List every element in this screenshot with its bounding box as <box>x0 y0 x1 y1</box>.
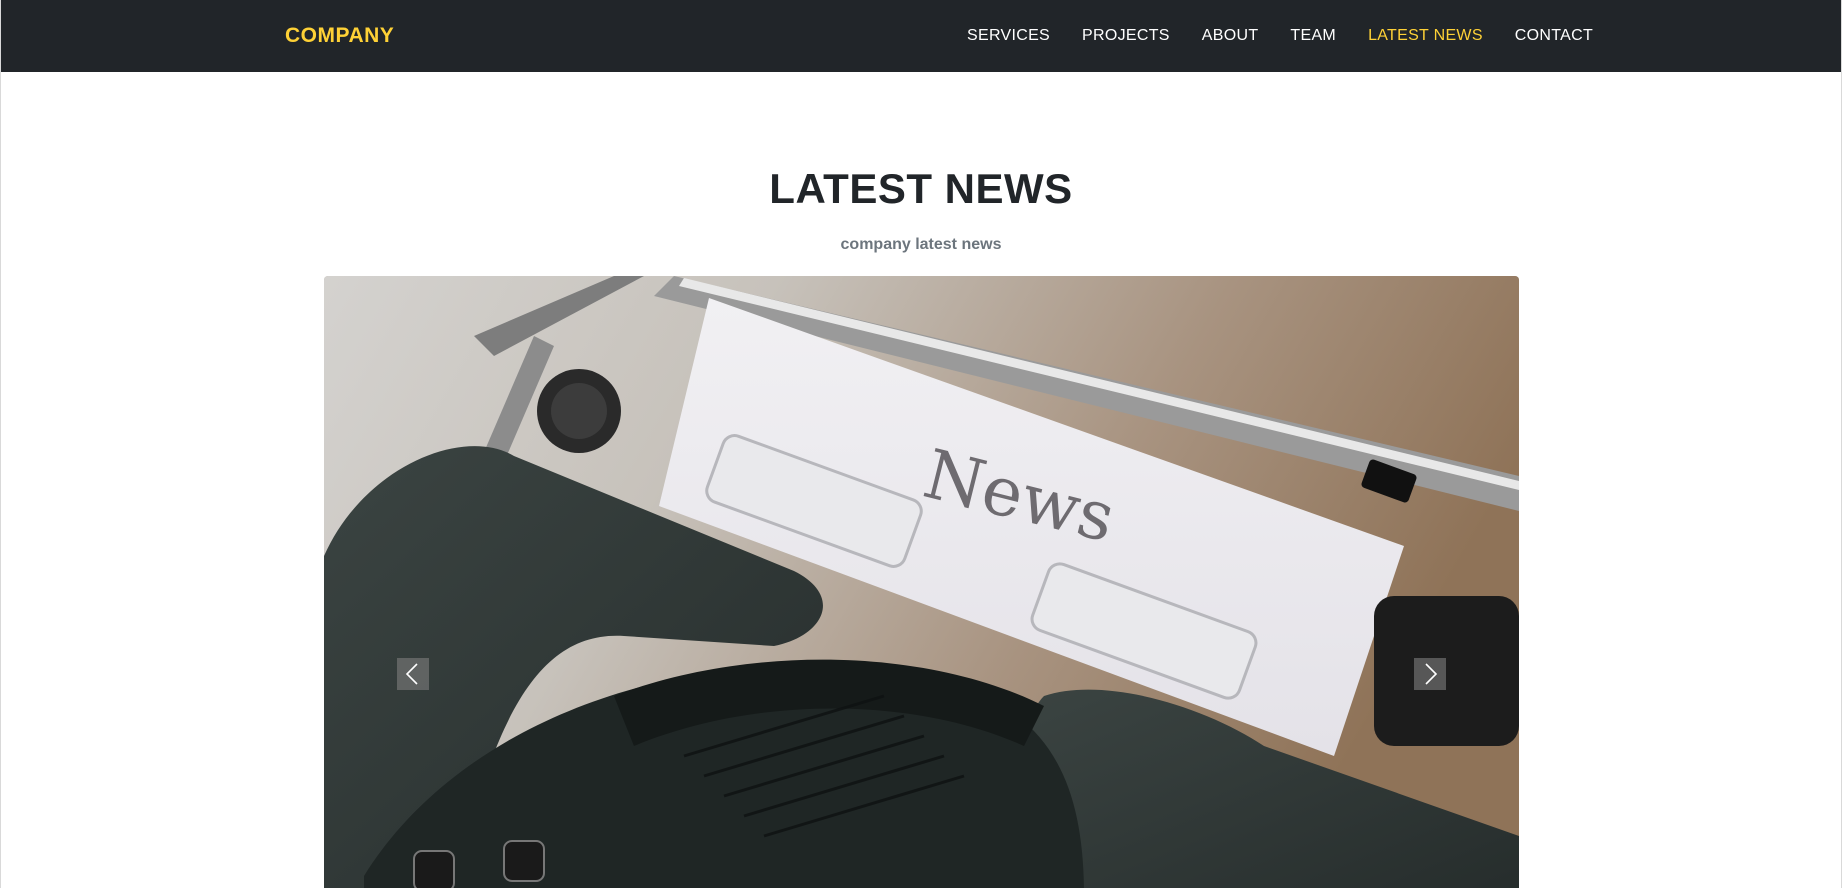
news-carousel: News <box>324 276 1519 888</box>
carousel-slide-image: News <box>324 276 1519 888</box>
nav-item-about: ABOUT <box>1186 0 1275 72</box>
nav-link-latest-news[interactable]: LATEST NEWS <box>1352 0 1499 72</box>
nav-item-team: TEAM <box>1274 0 1352 72</box>
chevron-right-icon <box>1425 663 1438 685</box>
page: COMPANY SERVICES PROJECTS ABOUT TEAM LAT… <box>0 0 1842 888</box>
nav-link-contact[interactable]: CONTACT <box>1499 0 1609 72</box>
chevron-left-icon <box>405 663 418 685</box>
section-subtitle: company latest news <box>840 236 1002 253</box>
nav-link-about[interactable]: ABOUT <box>1186 0 1275 72</box>
brand-logo[interactable]: COMPANY <box>285 0 394 72</box>
nav-link-projects[interactable]: PROJECTS <box>1066 0 1186 72</box>
nav-link-team[interactable]: TEAM <box>1274 0 1352 72</box>
navbar: COMPANY SERVICES PROJECTS ABOUT TEAM LAT… <box>1 0 1841 72</box>
section-title: LATEST NEWS <box>769 165 1073 212</box>
nav-item-projects: PROJECTS <box>1066 0 1186 72</box>
nav-menu: SERVICES PROJECTS ABOUT TEAM LATEST NEWS… <box>951 0 1609 72</box>
carousel-prev-button[interactable] <box>397 658 429 690</box>
nav-item-services: SERVICES <box>951 0 1066 72</box>
nav-item-latest-news: LATEST NEWS <box>1352 0 1499 72</box>
carousel-next-button[interactable] <box>1414 658 1446 690</box>
nav-link-services[interactable]: SERVICES <box>951 0 1066 72</box>
nav-item-contact: CONTACT <box>1499 0 1609 72</box>
